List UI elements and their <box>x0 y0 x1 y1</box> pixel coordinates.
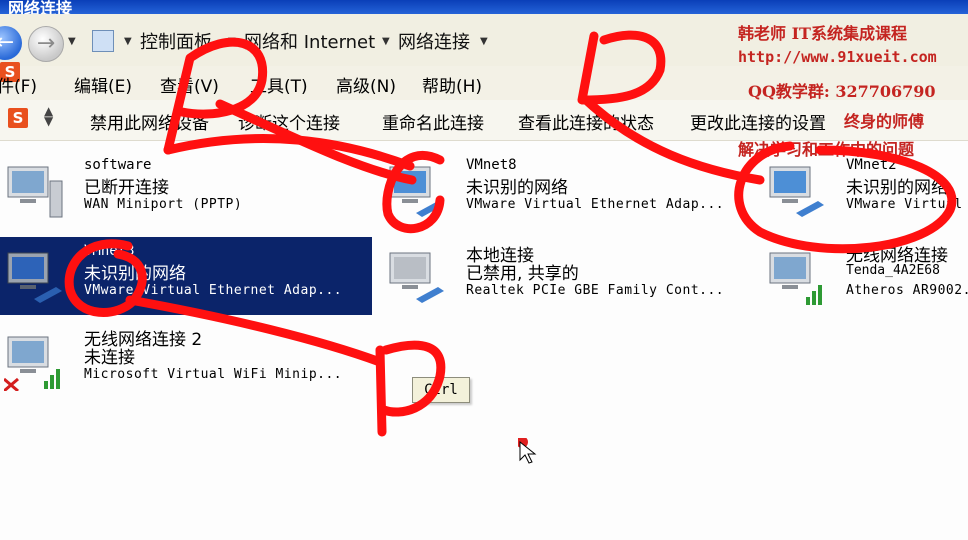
annotation-stroke <box>577 30 666 105</box>
annotation-stroke <box>375 340 446 437</box>
annotation-stroke <box>581 95 765 185</box>
red-annotation-overlay <box>64 30 957 437</box>
annotation-stroke <box>163 37 268 155</box>
annotation-stroke <box>734 141 957 254</box>
annotation-stroke <box>163 134 415 171</box>
annotation-stroke <box>125 295 385 367</box>
